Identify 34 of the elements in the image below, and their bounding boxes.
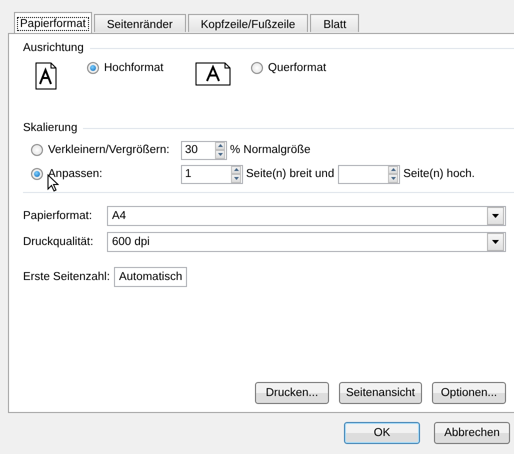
group-title: Ausrichtung: [23, 42, 84, 54]
radio-option[interactable]: Hochformat: [87, 62, 164, 74]
dialog-button[interactable]: OK: [344, 422, 420, 444]
radio-label: Querformat: [268, 62, 326, 74]
radio-button[interactable]: [87, 62, 99, 74]
tab[interactable]: Seitenränder: [94, 14, 186, 32]
unit-label: Seite(n) hoch.: [403, 168, 475, 180]
dropdown-arrow-icon: [492, 240, 499, 244]
dropdown[interactable]: 600 dpi: [107, 232, 506, 252]
radio-button[interactable]: [251, 62, 263, 74]
action-button[interactable]: Drucken...: [254, 382, 329, 404]
group-title: Skalierung: [23, 122, 78, 134]
action-button[interactable]: Seitenansicht: [338, 382, 422, 404]
radio-label: Anpassen:: [48, 168, 102, 180]
field-label: Druckqualität:: [23, 236, 94, 248]
radio-label: Verkleinern/Vergrößern:: [48, 144, 170, 156]
dropdown[interactable]: A4: [107, 206, 506, 226]
dropdown-arrow-icon: [492, 214, 499, 218]
input-field[interactable]: Automatisch: [114, 267, 188, 287]
unit-label: Seite(n) breit und: [246, 168, 334, 180]
radio-button[interactable]: [31, 168, 43, 180]
landscape-page-icon: [195, 62, 231, 86]
radio-button[interactable]: [31, 144, 43, 156]
dialog-button[interactable]: Abbrechen: [434, 422, 510, 444]
field-label: Papierformat:: [23, 210, 94, 222]
radio-option[interactable]: Querformat: [251, 62, 326, 74]
tab[interactable]: Papierformat: [14, 12, 92, 33]
portrait-page-icon: [35, 62, 57, 90]
unit-label: % Normalgröße: [230, 144, 311, 156]
tab[interactable]: Kopfzeile/Fußzeile: [188, 14, 308, 32]
tab[interactable]: Blatt: [310, 14, 360, 32]
radio-label: Hochformat: [104, 62, 164, 74]
field-label: Erste Seitenzahl:: [23, 271, 110, 283]
action-button[interactable]: Optionen...: [432, 382, 506, 404]
